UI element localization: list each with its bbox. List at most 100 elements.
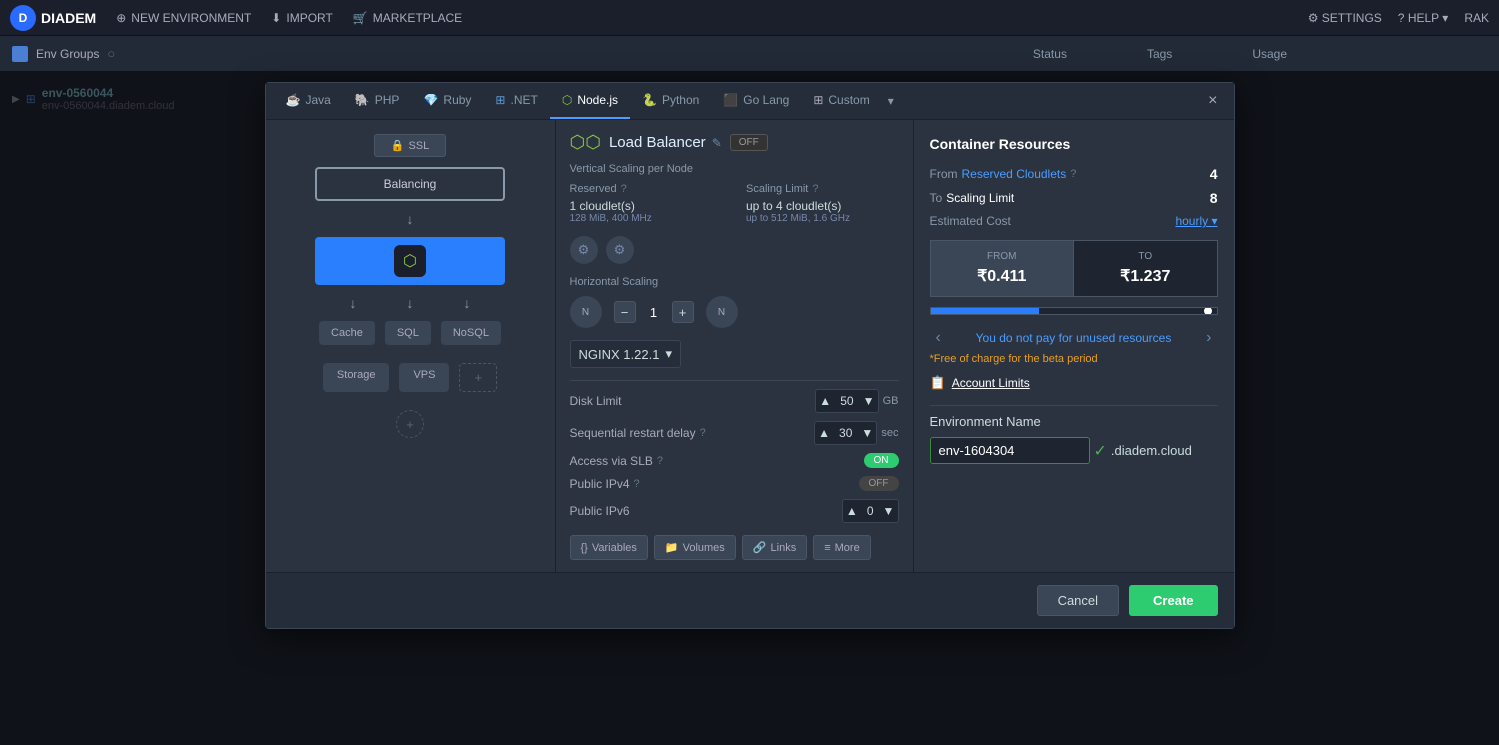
seq-restart-up-button[interactable]: ▼: [858, 422, 876, 444]
seq-restart-unit: sec: [881, 427, 898, 439]
sql-box[interactable]: SQL: [385, 321, 431, 345]
seq-restart-stepper[interactable]: ▲ 30 ▼: [814, 421, 877, 445]
create-button[interactable]: Create: [1129, 585, 1217, 616]
disk-limit-stepper[interactable]: ▲ 50 ▼: [815, 389, 878, 413]
next-arrow-button[interactable]: ›: [1200, 327, 1217, 349]
nginx-version-row[interactable]: NGINX 1.22.1 ▾: [570, 340, 681, 368]
scaling-limit-row: To Scaling Limit 8: [930, 190, 1218, 206]
lock-icon: 🔒: [391, 139, 405, 152]
from-cost-val: ₹0.411: [941, 266, 1064, 286]
ruby-label: Ruby: [443, 93, 471, 107]
from-cost-box: FROM ₹0.411: [930, 240, 1074, 297]
account-limits-link[interactable]: Account Limits: [952, 376, 1030, 390]
cost-bar: [930, 307, 1218, 315]
to-cost-box: TO ₹1.237: [1073, 240, 1218, 297]
more-button[interactable]: ≡ More: [813, 535, 870, 560]
access-slb-toggle[interactable]: ON: [864, 453, 899, 468]
env-name-domain: .diadem.cloud: [1111, 443, 1192, 458]
modal-body: 🔒 SSL Balancing ↓ ⬡ ↓ ↓ ↓ Cache: [266, 120, 1234, 572]
tab-nodejs[interactable]: ⬡ Node.js: [550, 83, 630, 119]
tab-java[interactable]: ☕ Java: [274, 83, 343, 119]
nginx-node-right: N: [706, 296, 738, 328]
disk-limit-down-button[interactable]: ▲: [816, 390, 834, 412]
cost-bar-dot: [1204, 307, 1212, 315]
hourly-select[interactable]: hourly ▾: [1175, 214, 1217, 228]
access-slb-help-icon[interactable]: ?: [657, 455, 663, 467]
ssl-label: SSL: [408, 140, 429, 152]
public-ipv6-stepper[interactable]: ▲ 0 ▼: [842, 499, 899, 523]
config-panel: ⬡⬡ Load Balancer ✎ OFF Vertical Scaling …: [556, 120, 914, 572]
help-button[interactable]: ? HELP ▾: [1398, 11, 1449, 25]
hz-plus-button[interactable]: +: [672, 301, 694, 323]
multi-arrows: ↓ ↓ ↓: [350, 295, 471, 311]
user-button[interactable]: RAK: [1464, 11, 1489, 25]
hz-control[interactable]: − 1 +: [614, 301, 694, 323]
nodejs-node-icon: ⬡: [394, 245, 426, 277]
seq-restart-label: Sequential restart delay ?: [570, 426, 815, 440]
tab-more-button[interactable]: ▾: [882, 84, 900, 118]
arrow-center-icon: ↓: [407, 295, 414, 311]
from-cost-label: FROM: [941, 251, 1064, 262]
access-slb-value: ON: [864, 453, 899, 468]
nodejs-node-box[interactable]: ⬡: [315, 237, 505, 285]
seq-restart-help-icon[interactable]: ?: [700, 427, 706, 439]
reserved-help-icon[interactable]: ?: [621, 183, 627, 195]
col-tags: Tags: [1147, 47, 1172, 61]
reserved-sub: 128 MiB, 400 MHz: [570, 213, 723, 224]
scaling-limit-help-icon[interactable]: ?: [812, 183, 818, 195]
tab-dotnet[interactable]: ⊞ .NET: [483, 83, 549, 119]
new-environment-button[interactable]: ⊕ NEW ENVIRONMENT: [116, 11, 251, 25]
ipv6-up-button[interactable]: ▼: [880, 500, 898, 522]
close-button[interactable]: ×: [1200, 88, 1225, 114]
nodejs-label: Node.js: [577, 93, 618, 107]
vertical-scaling-label: Vertical Scaling per Node: [570, 163, 899, 175]
env-name-check-icon: ✓: [1094, 441, 1107, 461]
hz-minus-button[interactable]: −: [614, 301, 636, 323]
prev-arrow-button[interactable]: ‹: [930, 327, 947, 349]
col-usage: Usage: [1252, 47, 1287, 61]
modal-overlay: ☕ Java 🐘 PHP 💎 Ruby ⊞ .NET ⬡ Node.js: [0, 72, 1499, 745]
public-ipv4-toggle[interactable]: OFF: [859, 476, 899, 491]
storage-box[interactable]: Storage: [323, 363, 390, 392]
gear-right-icon: ⚙: [606, 236, 634, 264]
disk-limit-row: Disk Limit ▲ 50 ▼ GB: [570, 389, 899, 413]
ipv6-down-button[interactable]: ▲: [843, 500, 861, 522]
marketplace-button[interactable]: 🛒 MARKETPLACE: [353, 11, 462, 25]
hz-label: Horizontal Scaling: [570, 276, 899, 288]
disk-limit-value: ▲ 50 ▼ GB: [815, 389, 898, 413]
seq-restart-val: 30: [833, 426, 858, 440]
tab-ruby[interactable]: 💎 Ruby: [411, 83, 483, 119]
nosql-box[interactable]: NoSQL: [441, 321, 501, 345]
public-ipv4-help-icon[interactable]: ?: [634, 478, 640, 490]
env-name-input[interactable]: [930, 437, 1090, 464]
import-icon: ⬇: [271, 11, 281, 25]
lb-toggle[interactable]: OFF: [730, 134, 768, 151]
disk-limit-up-button[interactable]: ▼: [860, 390, 878, 412]
seq-restart-down-button[interactable]: ▲: [815, 422, 833, 444]
topology-add-button[interactable]: +: [396, 410, 424, 438]
volumes-button[interactable]: 📁 Volumes: [654, 535, 736, 560]
links-icon: 🔗: [753, 541, 767, 554]
cache-box[interactable]: Cache: [319, 321, 375, 345]
balancing-box[interactable]: Balancing: [315, 167, 505, 201]
reserved-title: Reserved ?: [570, 183, 723, 195]
links-button[interactable]: 🔗 Links: [742, 535, 807, 560]
reserved-count: 1: [570, 199, 577, 213]
vps-box[interactable]: VPS: [399, 363, 449, 392]
disk-limit-val: 50: [834, 394, 859, 408]
reserved-cloudlets-help-icon[interactable]: ?: [1070, 168, 1076, 180]
tab-python[interactable]: 🐍 Python: [630, 83, 711, 119]
cost-boxes: FROM ₹0.411 TO ₹1.237: [930, 240, 1218, 297]
tab-golang[interactable]: ⬛ Go Lang: [711, 83, 801, 119]
settings-button[interactable]: ⚙ SETTINGS: [1308, 11, 1382, 25]
marketplace-label: MARKETPLACE: [373, 11, 462, 25]
nav-arrows: ‹ You do not pay for unused resources ›: [930, 327, 1218, 349]
import-button[interactable]: ⬇ IMPORT: [271, 11, 333, 25]
edit-icon[interactable]: ✎: [712, 136, 722, 150]
cancel-button[interactable]: Cancel: [1037, 585, 1119, 616]
disk-limit-label: Disk Limit: [570, 394, 816, 408]
tab-custom[interactable]: ⊞ Custom: [801, 83, 881, 119]
variables-button[interactable]: {} Variables: [570, 535, 648, 560]
add-node-box[interactable]: +: [459, 363, 497, 392]
tab-php[interactable]: 🐘 PHP: [343, 83, 412, 119]
